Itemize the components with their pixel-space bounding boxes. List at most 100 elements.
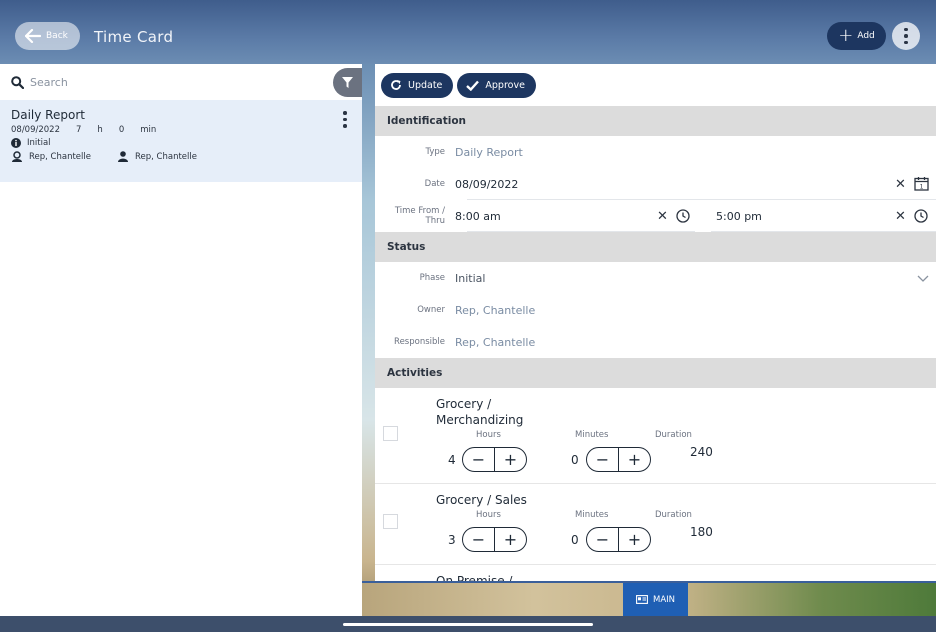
responsible-label: Responsible (394, 337, 445, 347)
detail-pane: Update Approve Identification Type Daily… (375, 64, 936, 581)
activity-row: Grocery / Sales Hours Minutes Duration 3… (375, 484, 936, 565)
approve-button[interactable]: Approve (457, 72, 536, 98)
responsible-field-row: Responsible Rep, Chantelle (375, 326, 936, 358)
increment-minutes-button[interactable]: + (619, 528, 650, 551)
list-item-hours: 7 (76, 125, 82, 135)
filter-button[interactable] (333, 68, 362, 97)
decrement-minutes-button[interactable]: − (587, 528, 619, 551)
activity-name: On Premise / (436, 574, 513, 581)
minutes-label: Minutes (575, 510, 609, 520)
list-item-name: Daily Report (11, 108, 85, 122)
increment-minutes-button[interactable]: + (619, 448, 650, 471)
hours-label: Hours (476, 430, 501, 440)
add-label: Add (857, 31, 875, 41)
activity-name-line1: Grocery / (436, 397, 492, 411)
svg-text:1: 1 (920, 184, 924, 191)
list-item-date: 08/09/2022 (11, 125, 60, 135)
activity-name-line2: Merchandizing (436, 413, 524, 427)
owner-field-row: Owner Rep, Chantelle (375, 294, 936, 326)
calendar-icon[interactable]: 1 (914, 176, 929, 191)
page-title: Time Card (94, 28, 174, 46)
bottom-tab-bar: MAIN (362, 581, 936, 616)
activity-checkbox[interactable] (383, 514, 398, 529)
section-status: Status (375, 232, 936, 262)
time-thru-field[interactable]: 5:00 pm (716, 210, 762, 223)
activity-name: Grocery / Sales (436, 493, 527, 507)
section-identification: Identification (375, 106, 936, 136)
list-item-hours-unit: h (97, 125, 103, 135)
list-item-responsible: Rep, Chantelle (29, 151, 91, 162)
home-indicator-bar (0, 616, 936, 632)
increment-hours-button[interactable]: + (495, 528, 526, 551)
info-icon (11, 138, 21, 148)
back-button[interactable]: Back (15, 22, 80, 50)
clock-icon[interactable] (914, 209, 928, 223)
search-icon (11, 75, 24, 89)
time-card-list-pane: Search Daily Report 08/09/2022 7 h 0 min… (0, 64, 362, 616)
plus-icon: + (838, 25, 854, 46)
duration-value: 240 (690, 445, 713, 459)
activity-name: Grocery / Merchandizing (436, 396, 523, 428)
minutes-value: 0 (571, 533, 579, 547)
responsible-value: Rep, Chantelle (455, 335, 536, 349)
minutes-stepper: − + (586, 447, 651, 472)
date-field-row: Date 08/09/2022 ✕ 1 (375, 168, 936, 200)
increment-hours-button[interactable]: + (495, 448, 526, 471)
minutes-stepper: − + (586, 527, 651, 552)
main-tab-label: MAIN (652, 594, 675, 605)
decrement-minutes-button[interactable]: − (587, 448, 619, 471)
list-item-menu-button[interactable] (343, 111, 347, 128)
type-value: Daily Report (455, 145, 523, 159)
search-input[interactable]: Search (30, 76, 68, 89)
back-label: Back (46, 31, 68, 41)
date-label: Date (424, 179, 445, 189)
duration-value: 180 (690, 525, 713, 539)
search-bar[interactable]: Search (0, 64, 362, 100)
activity-checkbox[interactable] (383, 426, 398, 441)
phase-select[interactable]: Initial (455, 272, 485, 285)
time-label: Time From / Thru (394, 206, 445, 226)
owner-label: Owner (417, 305, 445, 315)
phase-field-row: Phase Initial (375, 262, 936, 294)
approve-label: Approve (485, 79, 525, 91)
arrow-left-icon (25, 29, 41, 43)
time-from-underline (467, 231, 695, 232)
duration-label: Duration (655, 430, 692, 440)
decrement-hours-button[interactable]: − (463, 448, 495, 471)
list-item-phase: Initial (27, 138, 51, 148)
add-button[interactable]: + Add (827, 22, 886, 50)
update-button[interactable]: Update (381, 72, 454, 98)
more-options-button[interactable] (892, 22, 920, 50)
activity-row: On Premise / (375, 565, 936, 581)
section-activities: Activities (375, 358, 936, 388)
refresh-icon (391, 80, 401, 90)
update-label: Update (408, 79, 443, 91)
time-field-row: Time From / Thru 8:00 am ✕ 5:00 pm ✕ (375, 200, 936, 232)
filter-icon (342, 77, 353, 88)
type-field-row: Type Daily Report (375, 136, 936, 168)
list-item[interactable]: Daily Report 08/09/2022 7 h 0 min Initia… (0, 100, 362, 182)
hours-label: Hours (476, 510, 501, 520)
list-item-people-row: Rep, Chantelle Rep, Chantelle (11, 151, 351, 162)
main-tab[interactable]: MAIN (623, 583, 688, 616)
clear-date-icon[interactable]: ✕ (895, 177, 906, 192)
time-from-field[interactable]: 8:00 am (455, 210, 501, 223)
activity-row: Grocery / Merchandizing Hours Minutes Du… (375, 388, 936, 484)
vertical-dots-icon (343, 111, 347, 128)
hours-value: 3 (448, 533, 456, 547)
owner-value: Rep, Chantelle (455, 303, 536, 317)
clear-time-from-icon[interactable]: ✕ (657, 209, 668, 224)
decrement-hours-button[interactable]: − (463, 528, 495, 551)
top-bar: Back Time Card + Add (0, 0, 936, 64)
list-item-phase-row: Initial (11, 138, 351, 148)
hours-stepper: − + (462, 447, 527, 472)
hours-stepper: − + (462, 527, 527, 552)
clear-time-thru-icon[interactable]: ✕ (895, 209, 906, 224)
clock-icon[interactable] (676, 209, 690, 223)
vertical-dots-icon (904, 27, 908, 45)
list-item-minutes-unit: min (140, 125, 157, 135)
duration-label: Duration (655, 510, 692, 520)
home-indicator[interactable] (343, 623, 593, 626)
date-field[interactable]: 08/09/2022 (455, 178, 518, 191)
chevron-down-icon[interactable] (917, 275, 929, 282)
